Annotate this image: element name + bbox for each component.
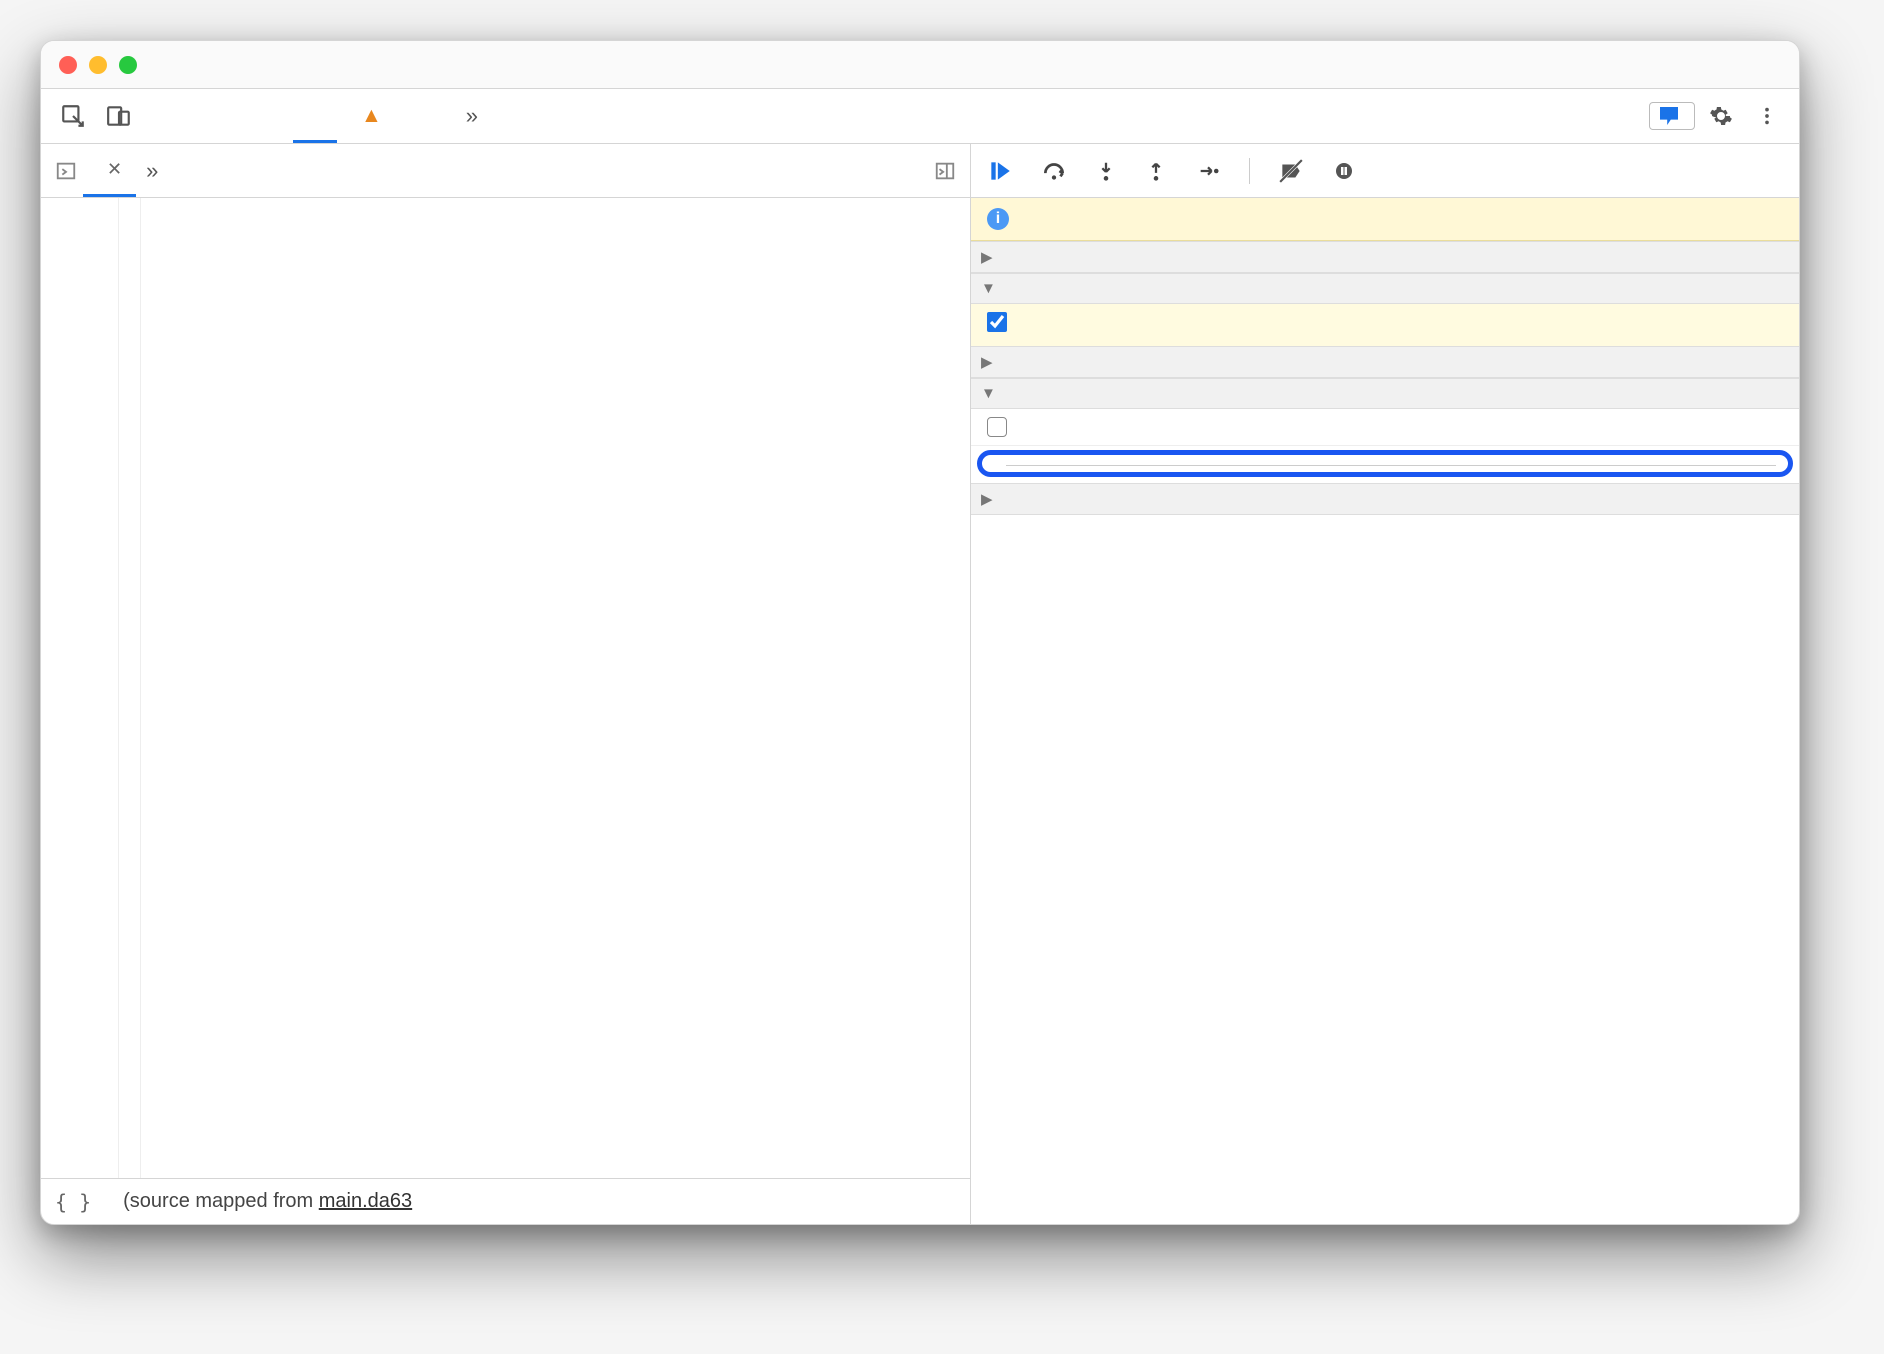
resume-icon[interactable] <box>987 158 1013 184</box>
inspect-icon[interactable] <box>53 96 93 136</box>
breakpoints-panel-header[interactable]: ▼ <box>971 273 1799 304</box>
kebab-menu-icon[interactable] <box>1747 96 1787 136</box>
messages-button[interactable] <box>1649 102 1695 130</box>
line-gutter[interactable] <box>41 198 119 1178</box>
debugger-controls <box>971 144 1799 198</box>
panel-tabs: ▲ » <box>155 89 1643 143</box>
sources-panel: ✕ » { } (source mapped from main.da63 <box>41 144 971 1224</box>
tab-sources[interactable] <box>293 89 337 143</box>
scope-panel-header[interactable]: ▶ <box>971 346 1799 378</box>
window-maximize[interactable] <box>119 56 137 74</box>
status-bar: { } (source mapped from main.da63 <box>41 1178 970 1224</box>
file-tabs: ✕ » <box>41 144 970 198</box>
tab-elements[interactable] <box>201 89 245 143</box>
xhr-breakpoints-header[interactable]: ▶ <box>971 483 1799 515</box>
source-map-info: (source mapped from main.da63 <box>123 1190 412 1213</box>
code-lines[interactable] <box>141 198 970 1178</box>
window-close[interactable] <box>59 56 77 74</box>
tab-issues[interactable] <box>155 89 199 143</box>
step-into-icon[interactable] <box>1095 158 1117 184</box>
navigator-toggle-icon[interactable] <box>49 160 83 182</box>
message-icon <box>1660 107 1678 125</box>
pretty-print-icon[interactable]: { } <box>55 1190 91 1214</box>
devtools-window: ▲ » ✕ » <box>40 40 1800 1225</box>
breakpoint-entry[interactable] <box>971 304 1799 346</box>
more-tabs-icon[interactable]: » <box>458 103 486 129</box>
settings-icon[interactable] <box>1701 96 1741 136</box>
warning-icon: ▲ <box>361 104 382 128</box>
tab-network[interactable]: ▲ <box>339 89 410 143</box>
step-icon[interactable] <box>1195 160 1221 182</box>
callstack-panel-header[interactable]: ▼ <box>971 378 1799 409</box>
debugger-panel: i ▶ ▼ ▶ ▼ ▶ <box>971 144 1799 1224</box>
info-icon: i <box>987 208 1009 230</box>
close-icon[interactable]: ✕ <box>107 159 122 180</box>
file-tab-active[interactable]: ✕ <box>83 144 136 197</box>
paused-banner: i <box>971 198 1799 241</box>
breakpoint-checkbox[interactable] <box>987 312 1007 332</box>
async-stack-group <box>977 450 1793 477</box>
deactivate-breakpoints-icon[interactable] <box>1278 158 1304 184</box>
source-map-link[interactable]: main.da63 <box>319 1190 412 1212</box>
titlebar <box>41 41 1799 89</box>
code-editor[interactable] <box>41 198 970 1178</box>
more-files-icon[interactable]: » <box>146 158 158 184</box>
step-out-icon[interactable] <box>1145 158 1167 184</box>
pause-exceptions-icon[interactable] <box>1332 159 1356 183</box>
watch-panel-header[interactable]: ▶ <box>971 241 1799 273</box>
window-minimize[interactable] <box>89 56 107 74</box>
device-toggle-icon[interactable] <box>99 96 139 136</box>
main-toolbar: ▲ » <box>41 89 1799 144</box>
tab-console[interactable] <box>247 89 291 143</box>
show-ignored-frames[interactable] <box>971 409 1799 446</box>
step-over-icon[interactable] <box>1041 158 1067 184</box>
tab-performance[interactable] <box>412 89 456 143</box>
debugger-toggle-icon[interactable] <box>928 160 962 182</box>
